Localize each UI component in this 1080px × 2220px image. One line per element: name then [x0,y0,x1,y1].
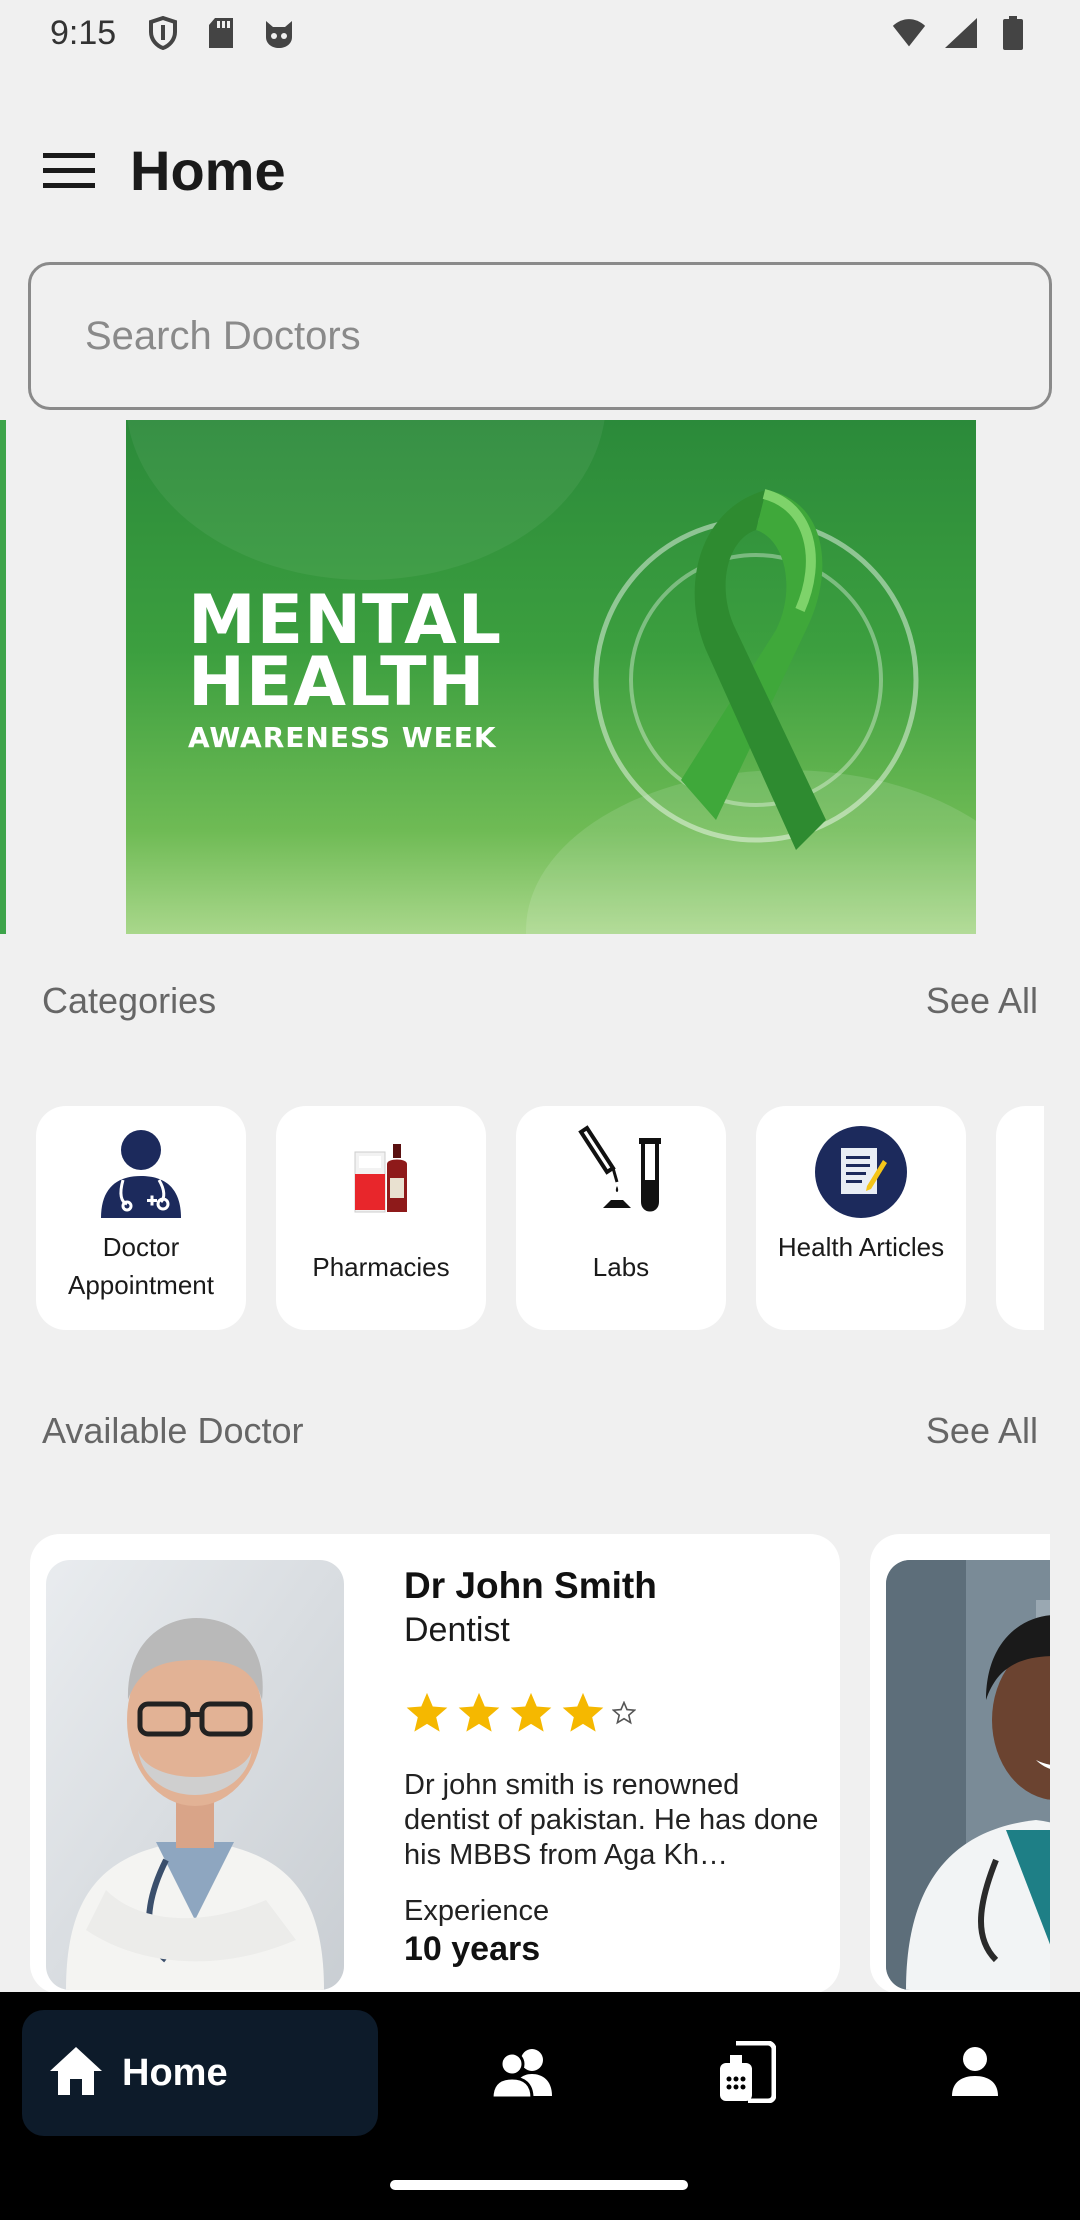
sd-card-icon [204,16,238,50]
categories-see-all-link[interactable]: See All [926,980,1038,1022]
categories-list: Doctor Appointment Pharmacies Labs Healt… [36,1106,1044,1332]
category-card-partial[interactable] [996,1106,1044,1330]
star-filled-icon [406,1692,448,1732]
experience-label: Experience [404,1895,550,1927]
categories-header: Categories See All [42,980,1038,1022]
banner-previous-peek[interactable] [0,420,6,934]
cat-face-icon [262,16,296,50]
category-label: Doctor Appointment [68,1232,214,1300]
doctor-photo [46,1560,344,1990]
status-time: 9:15 [50,13,117,52]
banner-text: MENTAL HEALTH AWARENESS WEEK [188,587,502,756]
banner-decoration [126,420,606,580]
category-label: Labs [592,1252,650,1282]
category-card-labs[interactable]: Labs [516,1106,726,1330]
star-filled-icon [562,1692,604,1732]
banner-line-2: HEALTH [188,643,486,722]
nav-home-label: Home [122,2051,228,2094]
medical-records-icon[interactable] [707,2032,787,2112]
page-title: Home [130,138,286,202]
category-label: Pharmacies [312,1252,450,1282]
doctor-info: Dr John Smith Dentist Dr john smith is r… [404,1560,824,1994]
doctor-bio: Dr john smith is renowned dentist of pak… [404,1769,819,1871]
star-filled-icon [510,1692,552,1732]
star-empty-icon [612,1701,636,1725]
people-icon[interactable] [482,2032,562,2112]
category-card-doctor-appointment[interactable]: Doctor Appointment [36,1106,246,1330]
app-bar: Home [0,120,1080,220]
article-icon [813,1124,909,1220]
doctor-rating [404,1688,824,1738]
doctors-title: Available Doctor [42,1410,304,1451]
doctor-name: Dr John Smith [404,1565,657,1606]
doctors-see-all-link[interactable]: See All [926,1410,1038,1452]
test-tube-icon [573,1124,669,1220]
awareness-ribbon-icon [593,489,919,850]
wifi-icon [892,16,926,50]
experience-value: 10 years [404,1930,541,1968]
status-bar: 9:15 [0,0,1080,66]
shield-icon [146,16,180,50]
nav-home-button[interactable]: Home [22,2010,378,2136]
battery-icon [996,16,1030,50]
status-icons-left [146,16,296,50]
doctors-header: Available Doctor See All [42,1410,1038,1452]
doctor-specialty: Dentist [404,1611,510,1649]
categories-title: Categories [42,980,217,1021]
doctor-icon [93,1124,189,1220]
status-icons-right [892,16,1030,50]
hamburger-menu-icon[interactable] [40,141,98,199]
star-filled-icon [458,1692,500,1732]
search-input[interactable] [85,313,1049,359]
home-icon [48,2045,104,2102]
category-card-health-articles[interactable]: Health Articles [756,1106,966,1330]
doctors-list: Dr John Smith Dentist Dr john smith is r… [30,1534,1050,1994]
doctor-photo [886,1560,1050,1990]
gesture-home-indicator[interactable] [390,2180,688,2190]
category-label: Health Articles [777,1232,945,1262]
profile-icon[interactable] [935,2032,1015,2112]
banner-line-3: AWARENESS WEEK [188,721,497,754]
promo-banner[interactable]: MENTAL HEALTH AWARENESS WEEK [126,420,976,934]
doctor-card-partial[interactable] [870,1534,1050,1994]
medicine-bottles-icon [333,1124,429,1220]
doctor-card[interactable]: Dr John Smith Dentist Dr john smith is r… [30,1534,840,1994]
cell-signal-icon [944,16,978,50]
category-card-pharmacies[interactable]: Pharmacies [276,1106,486,1330]
search-field[interactable] [28,262,1052,410]
